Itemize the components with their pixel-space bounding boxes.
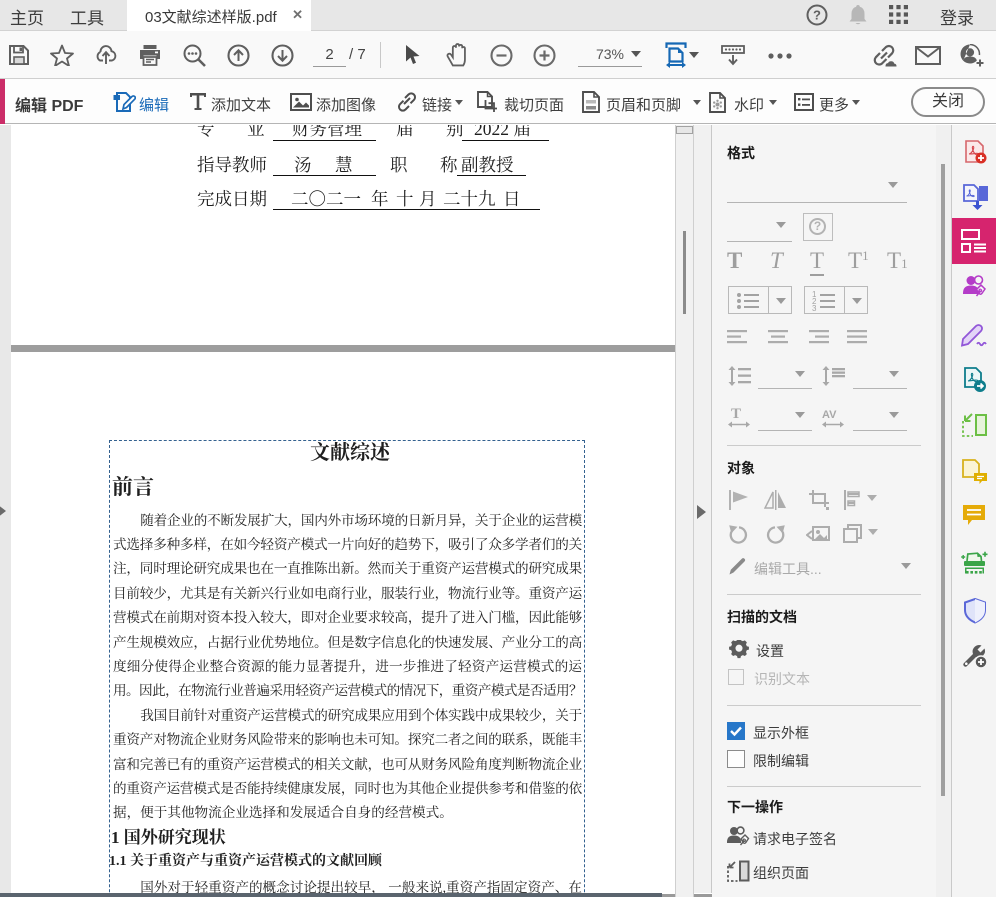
svg-text:AV: AV	[822, 409, 837, 421]
svg-text:3: 3	[812, 304, 817, 313]
svg-text:?: ?	[813, 8, 821, 23]
svg-text:T: T	[731, 407, 741, 422]
